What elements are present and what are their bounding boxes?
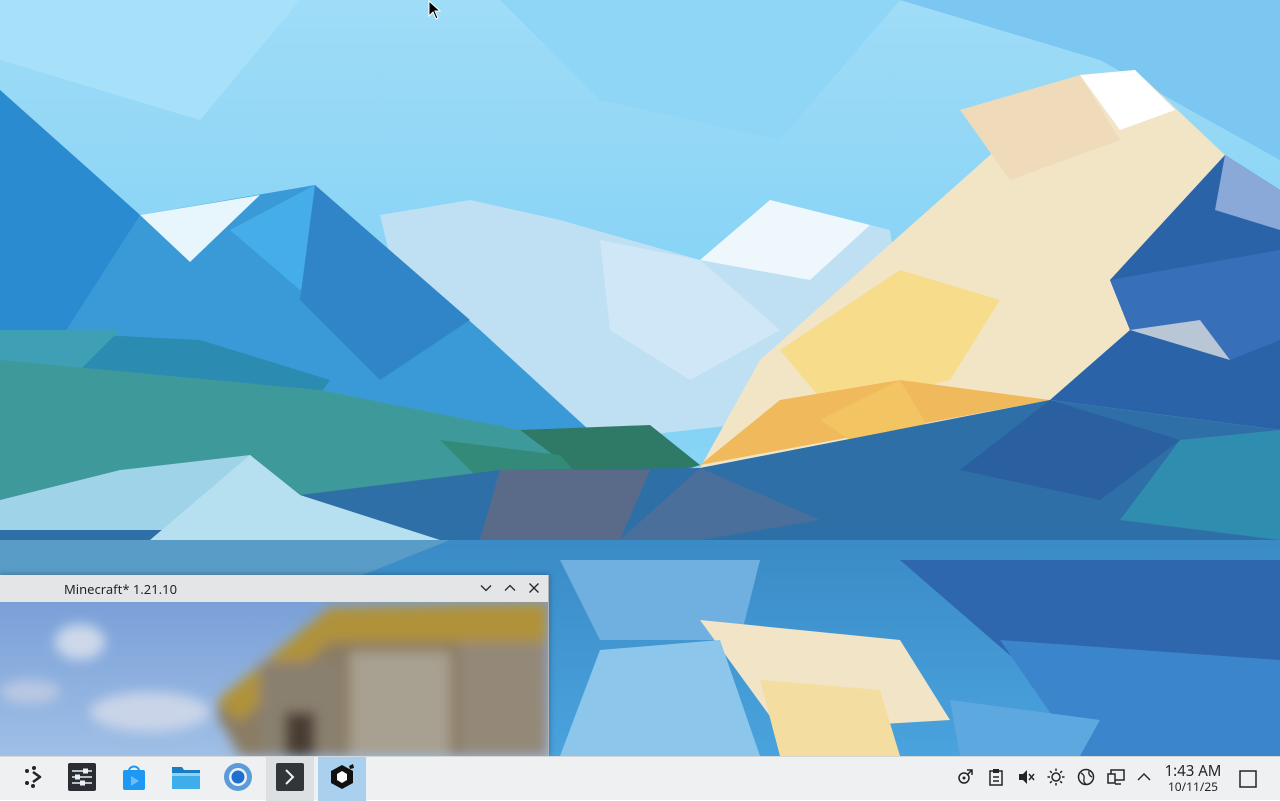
taskbar-chromium[interactable] xyxy=(214,757,262,801)
clipboard-icon xyxy=(988,768,1004,791)
tray-kde-connect[interactable] xyxy=(955,768,975,791)
tray-network[interactable] xyxy=(1076,768,1096,791)
kde-connect-icon xyxy=(956,768,974,791)
clock-date: 10/11/25 xyxy=(1167,778,1219,795)
display-icon xyxy=(1107,768,1125,791)
show-desktop-icon xyxy=(1238,770,1258,794)
chevron-up-icon xyxy=(504,577,516,599)
minecraft-window[interactable]: Minecraft* 1.21.10 xyxy=(0,575,549,756)
digital-clock[interactable]: 1:43 AM 10/11/25 xyxy=(1158,763,1228,794)
close-icon xyxy=(528,577,540,599)
minecraft-launcher-icon xyxy=(327,762,357,797)
folder-icon xyxy=(171,764,201,795)
taskbar-system-settings[interactable] xyxy=(58,757,106,801)
taskbar-dolphin[interactable] xyxy=(162,757,210,801)
terminal-icon xyxy=(275,762,305,797)
minimize-button[interactable] xyxy=(477,579,495,597)
application-launcher-button[interactable] xyxy=(10,757,58,801)
maximize-button[interactable] xyxy=(501,579,519,597)
tray-volume[interactable] xyxy=(1016,769,1036,789)
window-title: Minecraft* 1.21.10 xyxy=(64,580,178,598)
taskbar-konsole[interactable] xyxy=(266,757,314,801)
network-globe-icon xyxy=(1077,768,1095,791)
volume-muted-icon xyxy=(1017,768,1035,791)
game-scene-image xyxy=(0,602,548,756)
tray-expand-button[interactable] xyxy=(1134,769,1154,789)
taskbar-panel: 1:43 AM 10/11/25 xyxy=(0,756,1280,801)
application-launcher-icon xyxy=(21,764,47,795)
game-viewport[interactable] xyxy=(0,602,548,756)
mouse-cursor xyxy=(428,0,442,25)
show-desktop-button[interactable] xyxy=(1238,769,1258,789)
brightness-icon xyxy=(1047,768,1065,791)
window-titlebar[interactable]: Minecraft* 1.21.10 xyxy=(0,575,548,603)
settings-sliders-icon xyxy=(67,762,97,797)
chevron-down-icon xyxy=(480,577,492,599)
store-bag-icon xyxy=(120,762,148,797)
tray-display[interactable] xyxy=(1106,768,1126,791)
tray-brightness[interactable] xyxy=(1046,768,1066,791)
close-button[interactable] xyxy=(525,579,543,597)
tray-clipboard[interactable] xyxy=(986,768,1006,791)
expand-tray-icon xyxy=(1136,768,1152,790)
chromium-icon xyxy=(223,762,253,797)
taskbar-discover[interactable] xyxy=(110,757,158,801)
taskbar-minecraft[interactable] xyxy=(318,757,366,801)
